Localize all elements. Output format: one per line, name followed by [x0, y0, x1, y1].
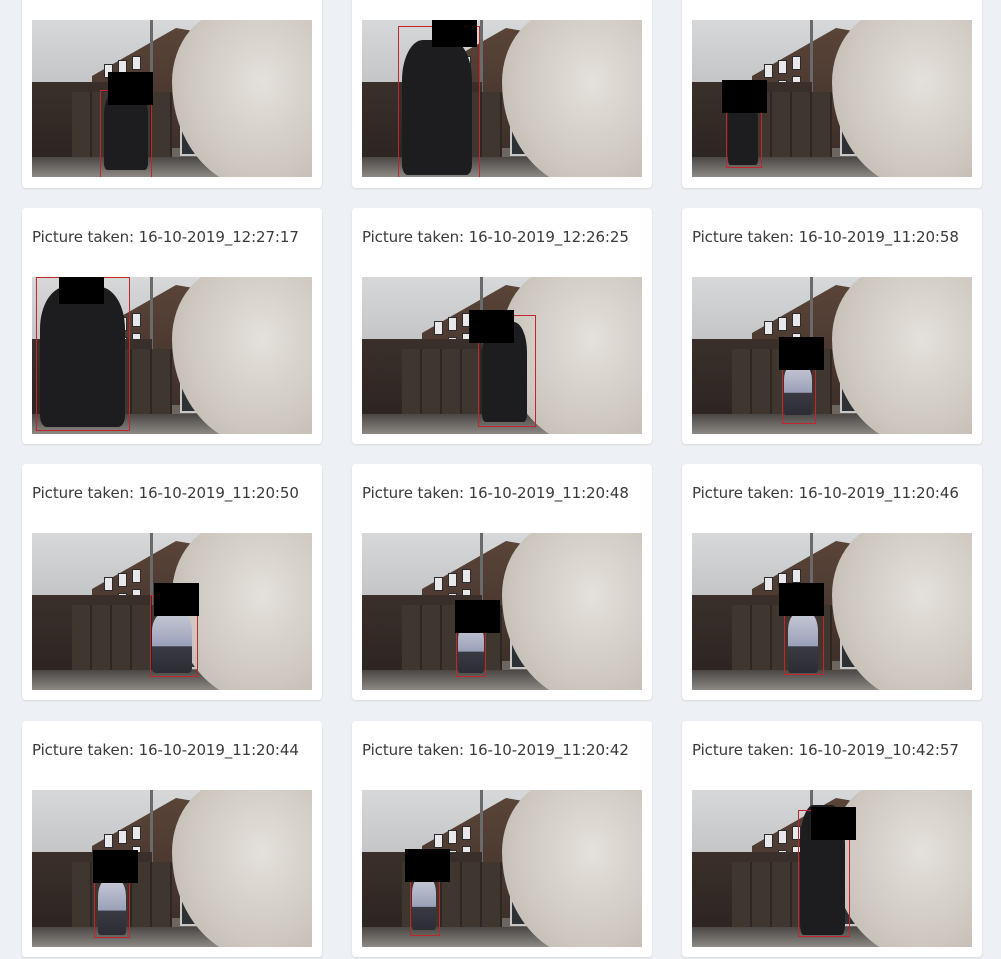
- face-redaction-box: [108, 72, 153, 105]
- photo-timestamp: Picture taken: 16-10-2019_12:27:17: [32, 228, 299, 246]
- photo-timestamp: Picture taken: 16-10-2019_11:20:46: [692, 484, 959, 502]
- face-redaction-box: [455, 600, 500, 633]
- camera-snapshot-image[interactable]: [362, 20, 642, 177]
- camera-snapshot-image[interactable]: [32, 20, 312, 177]
- camera-snapshot-image[interactable]: [692, 790, 972, 947]
- photo-card[interactable]: Picture taken: 16-10-2019_11:20:48: [352, 464, 652, 700]
- photo-card[interactable]: Picture taken: 16-10-2019_11:20:50: [22, 464, 322, 700]
- photo-timestamp: Picture taken: 16-10-2019_11:20:48: [362, 484, 629, 502]
- photo-timestamp: Picture taken: 16-10-2019_11:20:42: [362, 741, 629, 759]
- camera-snapshot-image[interactable]: [692, 20, 972, 177]
- face-redaction-box: [154, 583, 199, 616]
- photo-timestamp: Picture taken: 16-10-2019_10:42:57: [692, 741, 959, 759]
- camera-snapshot-image[interactable]: [32, 277, 312, 434]
- photo-card[interactable]: Picture taken: 16-10-2019_11:20:46: [682, 464, 982, 700]
- photo-timestamp: Picture taken: 16-10-2019_12:26:25: [362, 228, 629, 246]
- face-redaction-box: [469, 310, 514, 343]
- detection-bounding-box: [398, 26, 480, 177]
- photo-card[interactable]: Picture taken: 16-10-2019_12:26:25: [352, 208, 652, 444]
- photo-card[interactable]: Picture taken: 16-10-2019_11:20:58: [682, 208, 982, 444]
- camera-snapshot-image[interactable]: [692, 533, 972, 690]
- face-redaction-box: [779, 583, 824, 616]
- photo-card[interactable]: [682, 0, 982, 188]
- camera-snapshot-image[interactable]: [692, 277, 972, 434]
- photo-card[interactable]: Picture taken: 16-10-2019_11:20:44: [22, 721, 322, 957]
- photo-card[interactable]: Picture taken: 16-10-2019_11:20:42: [352, 721, 652, 957]
- photo-card[interactable]: Picture taken: 16-10-2019_10:42:57: [682, 721, 982, 957]
- photo-timestamp: Picture taken: 16-10-2019_11:20:44: [32, 741, 299, 759]
- camera-snapshot-image[interactable]: [32, 790, 312, 947]
- camera-snapshot-image[interactable]: [362, 277, 642, 434]
- face-redaction-box: [59, 277, 104, 304]
- photo-card[interactable]: [22, 0, 322, 188]
- camera-snapshot-image[interactable]: [362, 790, 642, 947]
- face-redaction-box: [811, 807, 856, 840]
- photo-card[interactable]: [352, 0, 652, 188]
- face-redaction-box: [93, 850, 138, 883]
- face-redaction-box: [722, 80, 767, 113]
- photo-card[interactable]: Picture taken: 16-10-2019_12:27:17: [22, 208, 322, 444]
- face-redaction-box: [405, 849, 450, 882]
- camera-snapshot-image[interactable]: [362, 533, 642, 690]
- photo-timestamp: Picture taken: 16-10-2019_11:20:58: [692, 228, 959, 246]
- face-redaction-box: [779, 337, 824, 370]
- face-redaction-box: [432, 20, 477, 47]
- photo-timestamp: Picture taken: 16-10-2019_11:20:50: [32, 484, 299, 502]
- camera-snapshot-image[interactable]: [32, 533, 312, 690]
